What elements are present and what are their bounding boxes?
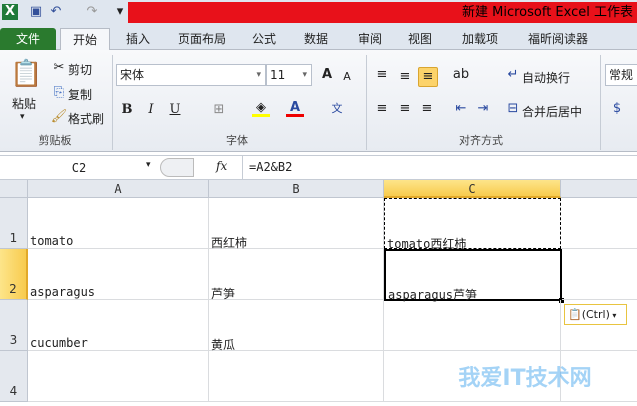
decrease-indent-icon[interactable]: ⇤ <box>452 100 470 118</box>
format-painter-icon: 🖌 <box>50 109 68 124</box>
cell-c1[interactable]: tomato西红柿 <box>384 198 561 251</box>
tab-foxit[interactable]: 福昕阅读器 <box>518 28 598 50</box>
align-center-icon[interactable]: ≡ <box>396 100 414 118</box>
font-color-icon[interactable]: A <box>286 99 304 117</box>
font-size-value: 11 <box>270 68 286 82</box>
copy-icon: ⎘ <box>53 85 65 100</box>
paste-options-label: (Ctrl) <box>581 308 610 321</box>
title-bar: X ▣ ↶ ↷ ▾ 新建 Microsoft Excel 工作表 <box>0 0 637 25</box>
row-header-2[interactable]: 2 <box>0 249 28 300</box>
select-all-button[interactable] <box>0 180 28 198</box>
row-header-1[interactable]: 1 <box>0 198 28 249</box>
clipboard-group-label: 剪贴板 <box>38 134 72 147</box>
fill-color-icon[interactable]: ◈ <box>252 99 270 117</box>
align-bottom-icon[interactable]: ≡ <box>418 67 438 87</box>
watermark-logo: 我爱IT技术网 <box>458 366 592 391</box>
tab-file[interactable]: 文件 <box>0 28 56 50</box>
grow-font-icon[interactable]: A <box>318 66 336 84</box>
number-format-value: 常规 <box>609 68 634 82</box>
scissors-icon: ✂ <box>53 60 65 75</box>
cell-a2[interactable]: asparagus <box>28 249 209 300</box>
excel-logo-icon: X <box>2 4 18 20</box>
cell-b3[interactable]: 黄瓜 <box>209 300 384 352</box>
column-header-a[interactable]: A <box>28 180 209 198</box>
cell-a1[interactable]: tomato <box>28 198 209 249</box>
row-header-4[interactable]: 4 <box>0 351 28 402</box>
name-box[interactable]: C2 <box>0 158 158 178</box>
copy-button[interactable]: 复制 <box>68 86 92 103</box>
align-middle-icon[interactable]: ≡ <box>396 68 414 86</box>
column-header-d[interactable] <box>561 180 637 198</box>
insert-function-button[interactable]: fx <box>216 159 227 173</box>
align-left-icon[interactable]: ≡ <box>373 100 391 118</box>
window-title: 新建 Microsoft Excel 工作表 <box>128 2 637 23</box>
wrap-text-button[interactable]: 自动换行 <box>522 69 570 86</box>
number-format-select[interactable]: 常规 <box>605 64 637 86</box>
save-icon[interactable]: ▣ <box>28 4 44 20</box>
tab-view[interactable]: 视图 <box>400 28 440 50</box>
alignment-group-label: 对齐方式 <box>459 134 503 147</box>
borders-icon[interactable]: ⊞ <box>210 101 228 119</box>
font-name-value: 宋体 <box>120 68 145 82</box>
merge-center-icon: ⊟ <box>507 101 519 116</box>
cell-b1[interactable]: 西红柿 <box>209 198 384 250</box>
currency-format-icon[interactable]: $ <box>608 100 626 118</box>
formula-input[interactable]: =A2&B2 <box>242 156 637 179</box>
tab-page-layout[interactable]: 页面布局 <box>170 28 234 50</box>
tab-addins[interactable]: 加载项 <box>450 28 510 50</box>
column-header-b[interactable]: B <box>209 180 384 198</box>
name-box-dropdown-icon[interactable]: ▾ <box>146 160 151 170</box>
cell-b4[interactable] <box>209 351 384 402</box>
phonetic-icon[interactable]: 文 <box>328 100 346 118</box>
increase-indent-icon[interactable]: ⇥ <box>474 100 492 118</box>
italic-button[interactable]: I <box>142 101 160 119</box>
undo-icon[interactable]: ↶ <box>48 4 64 20</box>
cell-d2[interactable] <box>562 249 637 300</box>
paste-button[interactable]: 粘贴 <box>12 95 36 112</box>
bold-button[interactable]: B <box>118 101 136 119</box>
formula-bar: C2 ▾ fx =A2&B2 <box>0 155 637 180</box>
orientation-icon[interactable]: ab <box>452 66 470 84</box>
cell-a4[interactable] <box>28 351 209 402</box>
underline-button[interactable]: U <box>166 101 184 119</box>
format-painter-button[interactable]: 格式刷 <box>68 110 104 127</box>
formula-bar-splitter[interactable] <box>160 158 194 177</box>
customize-toolbar-icon[interactable]: ▾ <box>112 4 128 20</box>
tab-formulas[interactable]: 公式 <box>244 28 284 50</box>
paste-dropdown-icon[interactable]: ▾ <box>20 112 25 122</box>
wrap-text-icon: ↵ <box>507 67 519 82</box>
shrink-font-icon[interactable]: A <box>338 68 356 86</box>
ribbon-tabs: 文件 开始 插入 页面布局 公式 数据 审阅 视图 加载项 福昕阅读器 <box>0 25 637 51</box>
row-header-3[interactable]: 3 <box>0 300 28 351</box>
align-top-icon[interactable]: ≡ <box>373 66 391 84</box>
cut-button[interactable]: 剪切 <box>68 61 92 78</box>
tab-data[interactable]: 数据 <box>296 28 336 50</box>
tab-review[interactable]: 审阅 <box>350 28 390 50</box>
font-group-label: 字体 <box>226 134 248 147</box>
clipboard-icon: 📋 <box>568 308 582 321</box>
cell-a3[interactable]: cucumber <box>28 300 209 351</box>
redo-icon[interactable]: ↷ <box>84 4 100 20</box>
cell-d1[interactable] <box>561 198 637 249</box>
align-right-icon[interactable]: ≡ <box>418 100 436 118</box>
paste-options-button[interactable]: 📋(Ctrl) ▾ <box>564 304 627 325</box>
tab-home[interactable]: 开始 <box>60 28 110 51</box>
merge-center-button[interactable]: 合并后居中 <box>522 103 582 120</box>
paste-icon[interactable]: 📋 <box>10 58 42 90</box>
font-name-select[interactable]: 宋体 ▾ <box>116 64 266 86</box>
font-size-select[interactable]: 11 ▾ <box>266 64 312 86</box>
cell-b2[interactable]: 芦笋 <box>209 249 384 301</box>
cell-c2-selected[interactable]: asparagus芦笋 <box>384 249 562 302</box>
tab-insert[interactable]: 插入 <box>118 28 158 50</box>
column-header-c[interactable]: C <box>384 180 561 198</box>
